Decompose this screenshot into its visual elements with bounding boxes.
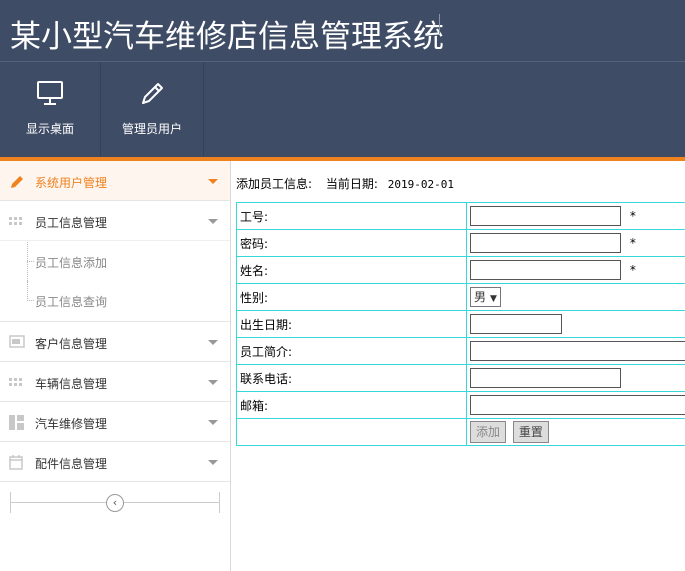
admin-user-button[interactable]: 管理员用户 (101, 62, 204, 157)
form-row: 密码: * (236, 229, 685, 257)
menu-repair-management[interactable]: 汽车维修管理 (0, 402, 230, 442)
app-title: 某小型汽车维修店信息管理系统 (10, 19, 444, 55)
menu-customer-info[interactable]: 客户信息管理 (0, 322, 230, 362)
tree-branch (27, 300, 34, 301)
submenu-employee-add[interactable]: 员工信息添加 (0, 242, 230, 281)
password-input[interactable] (470, 233, 621, 253)
tree-branch (27, 261, 34, 262)
field-label: 出生日期: (236, 310, 467, 338)
form-row: 工号: * (236, 202, 685, 230)
submenu-employee-query[interactable]: 员工信息查询 (0, 281, 230, 322)
grid-icon (9, 214, 23, 228)
submenu-label: 员工信息查询 (35, 295, 108, 309)
page-info-line: 添加员工信息: 当前日期: 2019-02-01 (236, 175, 454, 192)
field-label: 邮箱: (236, 391, 467, 419)
chevron-left-icon: ‹ (112, 496, 118, 509)
date-label: 当前日期: (325, 177, 378, 191)
employee-intro-input[interactable] (470, 341, 685, 361)
chevron-down-icon (208, 179, 218, 184)
required-mark: * (629, 263, 636, 277)
menu-label: 员工信息管理 (35, 216, 108, 230)
chevron-down-icon (208, 380, 218, 385)
menu-vehicle-info[interactable]: 车辆信息管理 (0, 362, 230, 402)
required-mark: * (629, 236, 636, 250)
reset-button[interactable]: 重置 (512, 421, 549, 443)
main-content: 添加员工信息: 当前日期: 2019-02-01 工号: * 密码: * 姓名:… (231, 161, 685, 571)
tree-line (27, 281, 28, 301)
title-divider (439, 14, 440, 34)
phone-input[interactable] (470, 368, 621, 388)
menu-label: 汽车维修管理 (35, 417, 108, 431)
form-row: 性别: 男 ▼ (236, 283, 685, 311)
required-mark: * (629, 209, 636, 223)
show-desktop-label: 显示桌面 (25, 122, 74, 136)
field-label: 工号: (236, 202, 467, 230)
chevron-down-icon (208, 219, 218, 224)
pencil-icon (9, 174, 23, 188)
submenu-label: 员工信息添加 (35, 256, 108, 270)
field-label: 员工简介: (236, 337, 467, 365)
field-label: 密码: (236, 229, 467, 257)
form-row: 邮箱: (236, 391, 685, 419)
chevron-down-icon (208, 460, 218, 465)
pencil-icon (138, 80, 166, 111)
header-title-bar: 某小型汽车维修店信息管理系统 (0, 0, 685, 62)
field-label: 姓名: (236, 256, 467, 284)
menu-employee-info[interactable]: 员工信息管理 (0, 201, 230, 241)
monitor-icon (36, 80, 64, 109)
admin-user-label: 管理员用户 (121, 122, 182, 136)
collapse-divider-cap (10, 492, 11, 513)
menu-system-users[interactable]: 系统用户管理 (0, 161, 230, 201)
employee-id-input[interactable] (470, 206, 621, 226)
form-row: 姓名: * (236, 256, 685, 284)
current-date: 2019-02-01 (387, 178, 454, 191)
chevron-down-icon: ▼ (490, 294, 497, 304)
grid-icon (9, 375, 23, 389)
chevron-down-icon (208, 420, 218, 425)
menu-label: 系统用户管理 (35, 176, 108, 190)
top-toolbar: 显示桌面 管理员用户 (0, 62, 685, 157)
menu-parts-info[interactable]: 配件信息管理 (0, 442, 230, 482)
field-label: 联系电话: (236, 364, 467, 392)
form-row: 联系电话: (236, 364, 685, 392)
employee-form: 工号: * 密码: * 姓名: * 性别: 男 ▼ 出生日期: 员工简介: 联系… (236, 202, 685, 446)
show-desktop-button[interactable]: 显示桌面 (0, 62, 101, 157)
form-row: 出生日期: (236, 310, 685, 338)
window-icon (9, 335, 25, 349)
add-button[interactable]: 添加 (470, 421, 507, 443)
page-heading: 添加员工信息: (236, 177, 313, 191)
menu-label: 配件信息管理 (35, 457, 108, 471)
form-actions-row: 添加 重置 (236, 418, 685, 446)
menu-label: 客户信息管理 (35, 337, 108, 351)
collapse-divider-cap (219, 492, 220, 513)
gender-selected-value: 男 (474, 290, 487, 304)
calendar-icon (9, 455, 23, 470)
form-row: 员工简介: (236, 337, 685, 365)
menu-label: 车辆信息管理 (35, 377, 108, 391)
name-input[interactable] (470, 260, 621, 280)
layout-icon (9, 415, 24, 430)
field-label: 性别: (236, 283, 467, 311)
gender-select[interactable]: 男 ▼ (470, 287, 501, 307)
chevron-down-icon (208, 340, 218, 345)
birth-date-input[interactable] (470, 314, 562, 334)
sidebar: 系统用户管理 员工信息管理 员工信息添加 员工信息查询 客户信息管理 车辆信息管… (0, 161, 231, 571)
sidebar-collapse-button[interactable]: ‹ (106, 494, 124, 512)
email-input[interactable] (470, 395, 685, 415)
